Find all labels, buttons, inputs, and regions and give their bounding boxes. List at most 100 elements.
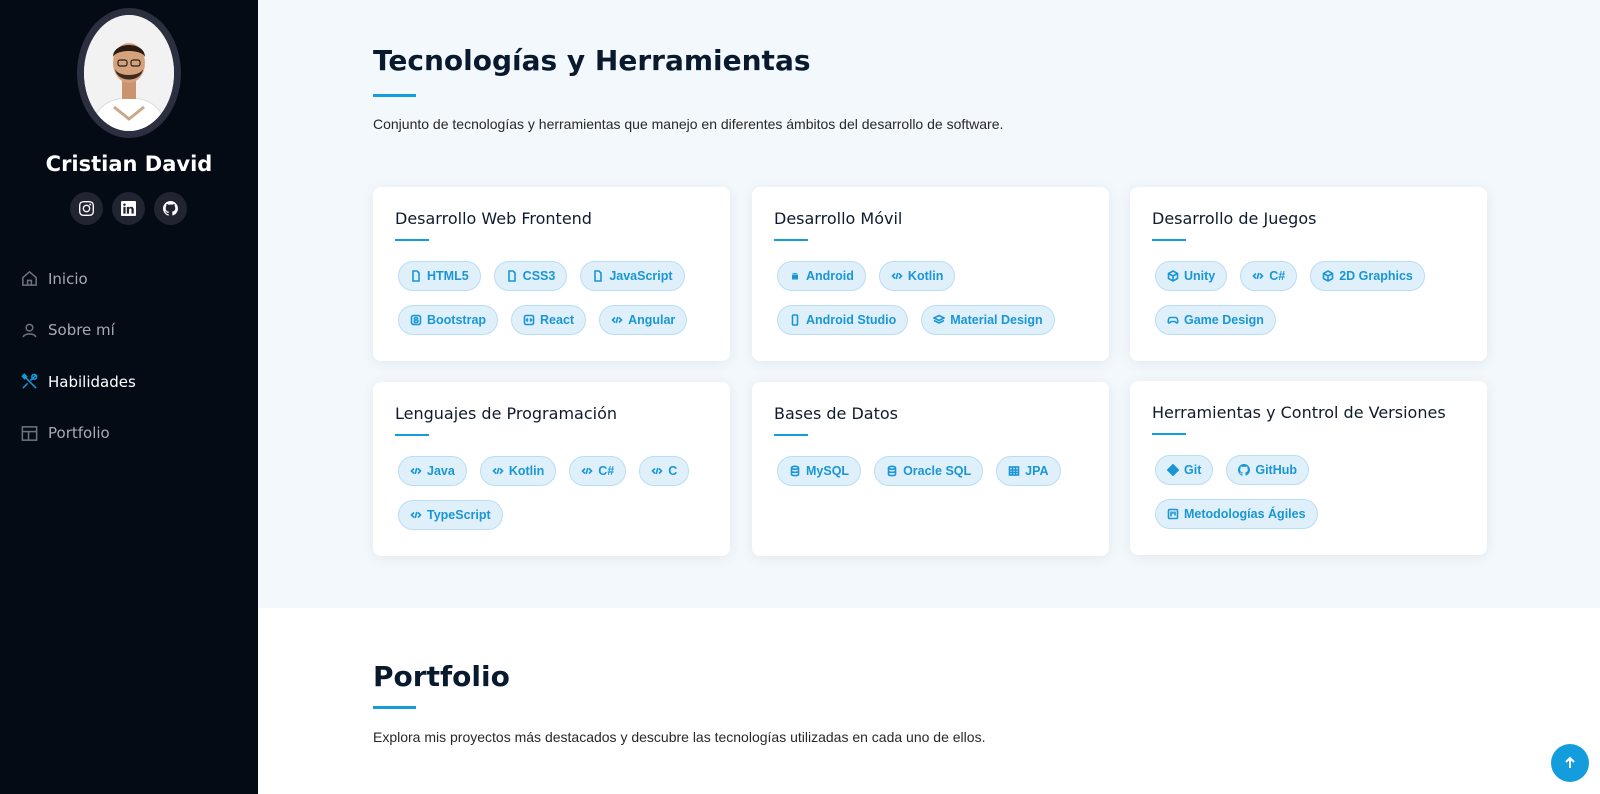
arrow-up-icon <box>1565 756 1575 768</box>
unity-icon <box>1167 270 1179 282</box>
badge-angular[interactable]: Angular <box>599 305 688 335</box>
badge-list: MySQL Oracle SQL JPA <box>777 456 1097 486</box>
badge-react[interactable]: React <box>511 305 587 335</box>
tools-icon <box>21 373 38 389</box>
card-underline <box>1152 239 1186 241</box>
badge-html5[interactable]: HTML5 <box>398 261 481 291</box>
badge-label: C# <box>598 464 615 478</box>
code-icon <box>611 316 623 324</box>
badge-kotlin[interactable]: Kotlin <box>479 456 557 486</box>
bootstrap-icon <box>410 314 422 326</box>
code-icon <box>891 272 903 280</box>
badge-kotlin[interactable]: Kotlin <box>878 261 956 291</box>
code-icon <box>581 467 593 475</box>
avatar <box>77 8 181 138</box>
profile-name: Cristian David <box>45 152 213 176</box>
code-icon <box>651 467 663 475</box>
card-title: Bases de Datos <box>774 404 898 423</box>
badge-jpa[interactable]: JPA <box>996 456 1061 486</box>
badge-game-design[interactable]: Game Design <box>1155 305 1276 335</box>
badge-c[interactable]: C <box>639 456 690 486</box>
section-description: Explora mis proyectos más destacados y d… <box>373 729 986 745</box>
badge-label: Java <box>427 464 455 478</box>
scroll-top-button[interactable] <box>1551 744 1589 782</box>
badge-list: Git GitHub Metodologías Ágiles <box>1155 455 1475 529</box>
badge-android[interactable]: Android <box>777 261 866 291</box>
badge-unity[interactable]: Unity <box>1155 261 1228 291</box>
linkedin-link[interactable] <box>112 192 145 225</box>
phone-icon <box>791 314 799 326</box>
skill-card-frontend: Desarrollo Web Frontend HTML5 CSS3 JavaS… <box>373 187 730 361</box>
box-icon <box>1322 270 1334 282</box>
code-square-icon <box>523 314 535 326</box>
badge-javascript[interactable]: JavaScript <box>580 261 685 291</box>
card-title: Desarrollo Web Frontend <box>395 209 592 228</box>
badge-java[interactable]: Java <box>398 456 467 486</box>
badge-typescript[interactable]: TypeScript <box>398 500 503 530</box>
badge-list: HTML5 CSS3 JavaScript Bootstrap React An… <box>398 261 718 335</box>
nav-item-sobre-mi[interactable]: Sobre mí <box>20 305 240 357</box>
skill-card-databases: Bases de Datos MySQL Oracle SQL JPA <box>752 382 1109 556</box>
badge-label: C <box>668 464 678 478</box>
badge-label: Git <box>1184 463 1202 477</box>
badge-list: Android Kotlin Android Studio Material D… <box>777 261 1097 335</box>
file-icon <box>594 270 603 282</box>
section-title: Portfolio <box>373 660 510 693</box>
badge-agile[interactable]: Metodologías Ágiles <box>1155 499 1318 529</box>
section-title: Tecnologías y Herramientas <box>373 44 811 77</box>
card-underline <box>395 434 429 436</box>
badge-label: Bootstrap <box>427 313 487 327</box>
card-title: Desarrollo Móvil <box>774 209 903 228</box>
badge-label: Kotlin <box>907 269 944 283</box>
badge-label: Android <box>806 269 854 283</box>
table-icon <box>1008 466 1020 476</box>
badge-label: JavaScript <box>609 269 673 283</box>
code-icon <box>1252 272 1264 280</box>
layout-icon <box>21 425 38 441</box>
badge-android-studio[interactable]: Android Studio <box>777 305 909 335</box>
title-underline <box>373 94 416 97</box>
nav-item-inicio[interactable]: Inicio <box>20 253 240 305</box>
badge-github[interactable]: GitHub <box>1226 455 1310 485</box>
badge-material-design[interactable]: Material Design <box>921 305 1055 335</box>
badge-bootstrap[interactable]: Bootstrap <box>398 305 499 335</box>
badge-csharp[interactable]: C# <box>1240 261 1298 291</box>
badge-list: Unity C# 2D Graphics Game Design <box>1155 261 1475 335</box>
main-content: Tecnologías y Herramientas Conjunto de t… <box>258 0 1600 794</box>
person-icon <box>22 323 37 338</box>
card-underline <box>1152 433 1186 435</box>
badge-label: Material Design <box>950 313 1043 327</box>
badge-label: MySQL <box>806 464 850 478</box>
nav-item-portfolio[interactable]: Portfolio <box>20 408 240 460</box>
badge-2d-graphics[interactable]: 2D Graphics <box>1310 261 1425 291</box>
badge-css3[interactable]: CSS3 <box>493 261 568 291</box>
badge-csharp[interactable]: C# <box>569 456 627 486</box>
home-icon <box>22 271 37 287</box>
github-link[interactable] <box>154 192 187 225</box>
section-description: Conjunto de tecnologías y herramientas q… <box>373 116 1004 132</box>
card-underline <box>774 434 808 436</box>
social-links <box>70 192 187 225</box>
badge-label: Unity <box>1184 269 1216 283</box>
nav-item-label: Portfolio <box>48 424 110 443</box>
instagram-link[interactable] <box>70 192 103 225</box>
badge-oracle-sql[interactable]: Oracle SQL <box>874 456 984 486</box>
badge-git[interactable]: Git <box>1155 455 1214 485</box>
badge-label: Angular <box>628 313 676 327</box>
badge-mysql[interactable]: MySQL <box>777 456 862 486</box>
file-icon <box>412 270 420 282</box>
database-icon <box>790 465 800 477</box>
badge-label: TypeScript <box>427 508 491 522</box>
badge-list: Java Kotlin C# C TypeScript <box>398 456 718 530</box>
card-underline <box>774 239 808 241</box>
badge-label: 2D Graphics <box>1339 269 1413 283</box>
nav-item-habilidades[interactable]: Habilidades <box>20 356 240 408</box>
card-title: Herramientas y Control de Versiones <box>1152 403 1446 422</box>
skills-section: Tecnologías y Herramientas Conjunto de t… <box>258 0 1600 608</box>
portfolio-section: Portfolio Explora mis proyectos más dest… <box>258 608 1600 794</box>
database-icon <box>887 465 897 477</box>
code-icon <box>410 467 422 475</box>
github-icon <box>163 201 178 216</box>
badge-label: Oracle SQL <box>903 464 972 478</box>
sidebar: Cristian David Inicio Sobre mí Habilidad… <box>0 0 258 794</box>
